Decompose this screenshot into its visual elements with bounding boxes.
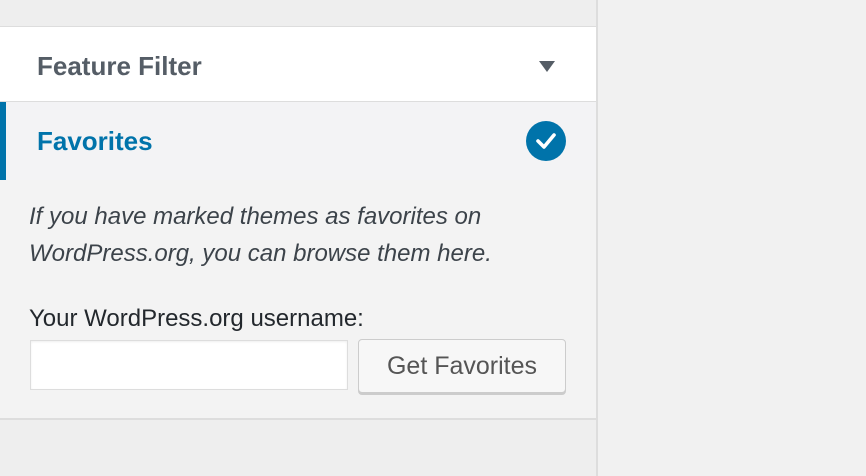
feature-filter-section[interactable]: Feature Filter <box>0 26 596 102</box>
checkmark-circle-icon <box>526 121 566 161</box>
favorites-section[interactable]: Favorites <box>0 102 596 180</box>
chevron-down-icon[interactable] <box>539 61 555 72</box>
sidebar-top-strip <box>0 0 596 26</box>
username-input[interactable] <box>30 340 348 390</box>
username-label: Your WordPress.org username: <box>29 305 364 332</box>
get-favorites-button[interactable]: Get Favorites <box>358 339 566 393</box>
favorites-label: Favorites <box>37 126 153 156</box>
checkmark-icon <box>536 133 556 149</box>
feature-filter-label: Feature Filter <box>37 51 202 81</box>
favorites-description: If you have marked themes as favorites o… <box>29 203 492 267</box>
themes-filter-sidebar: Feature Filter Favorites If you have mar… <box>0 0 596 476</box>
favorites-content: If you have marked themes as favorites o… <box>0 180 596 420</box>
themes-content-area <box>598 0 866 476</box>
